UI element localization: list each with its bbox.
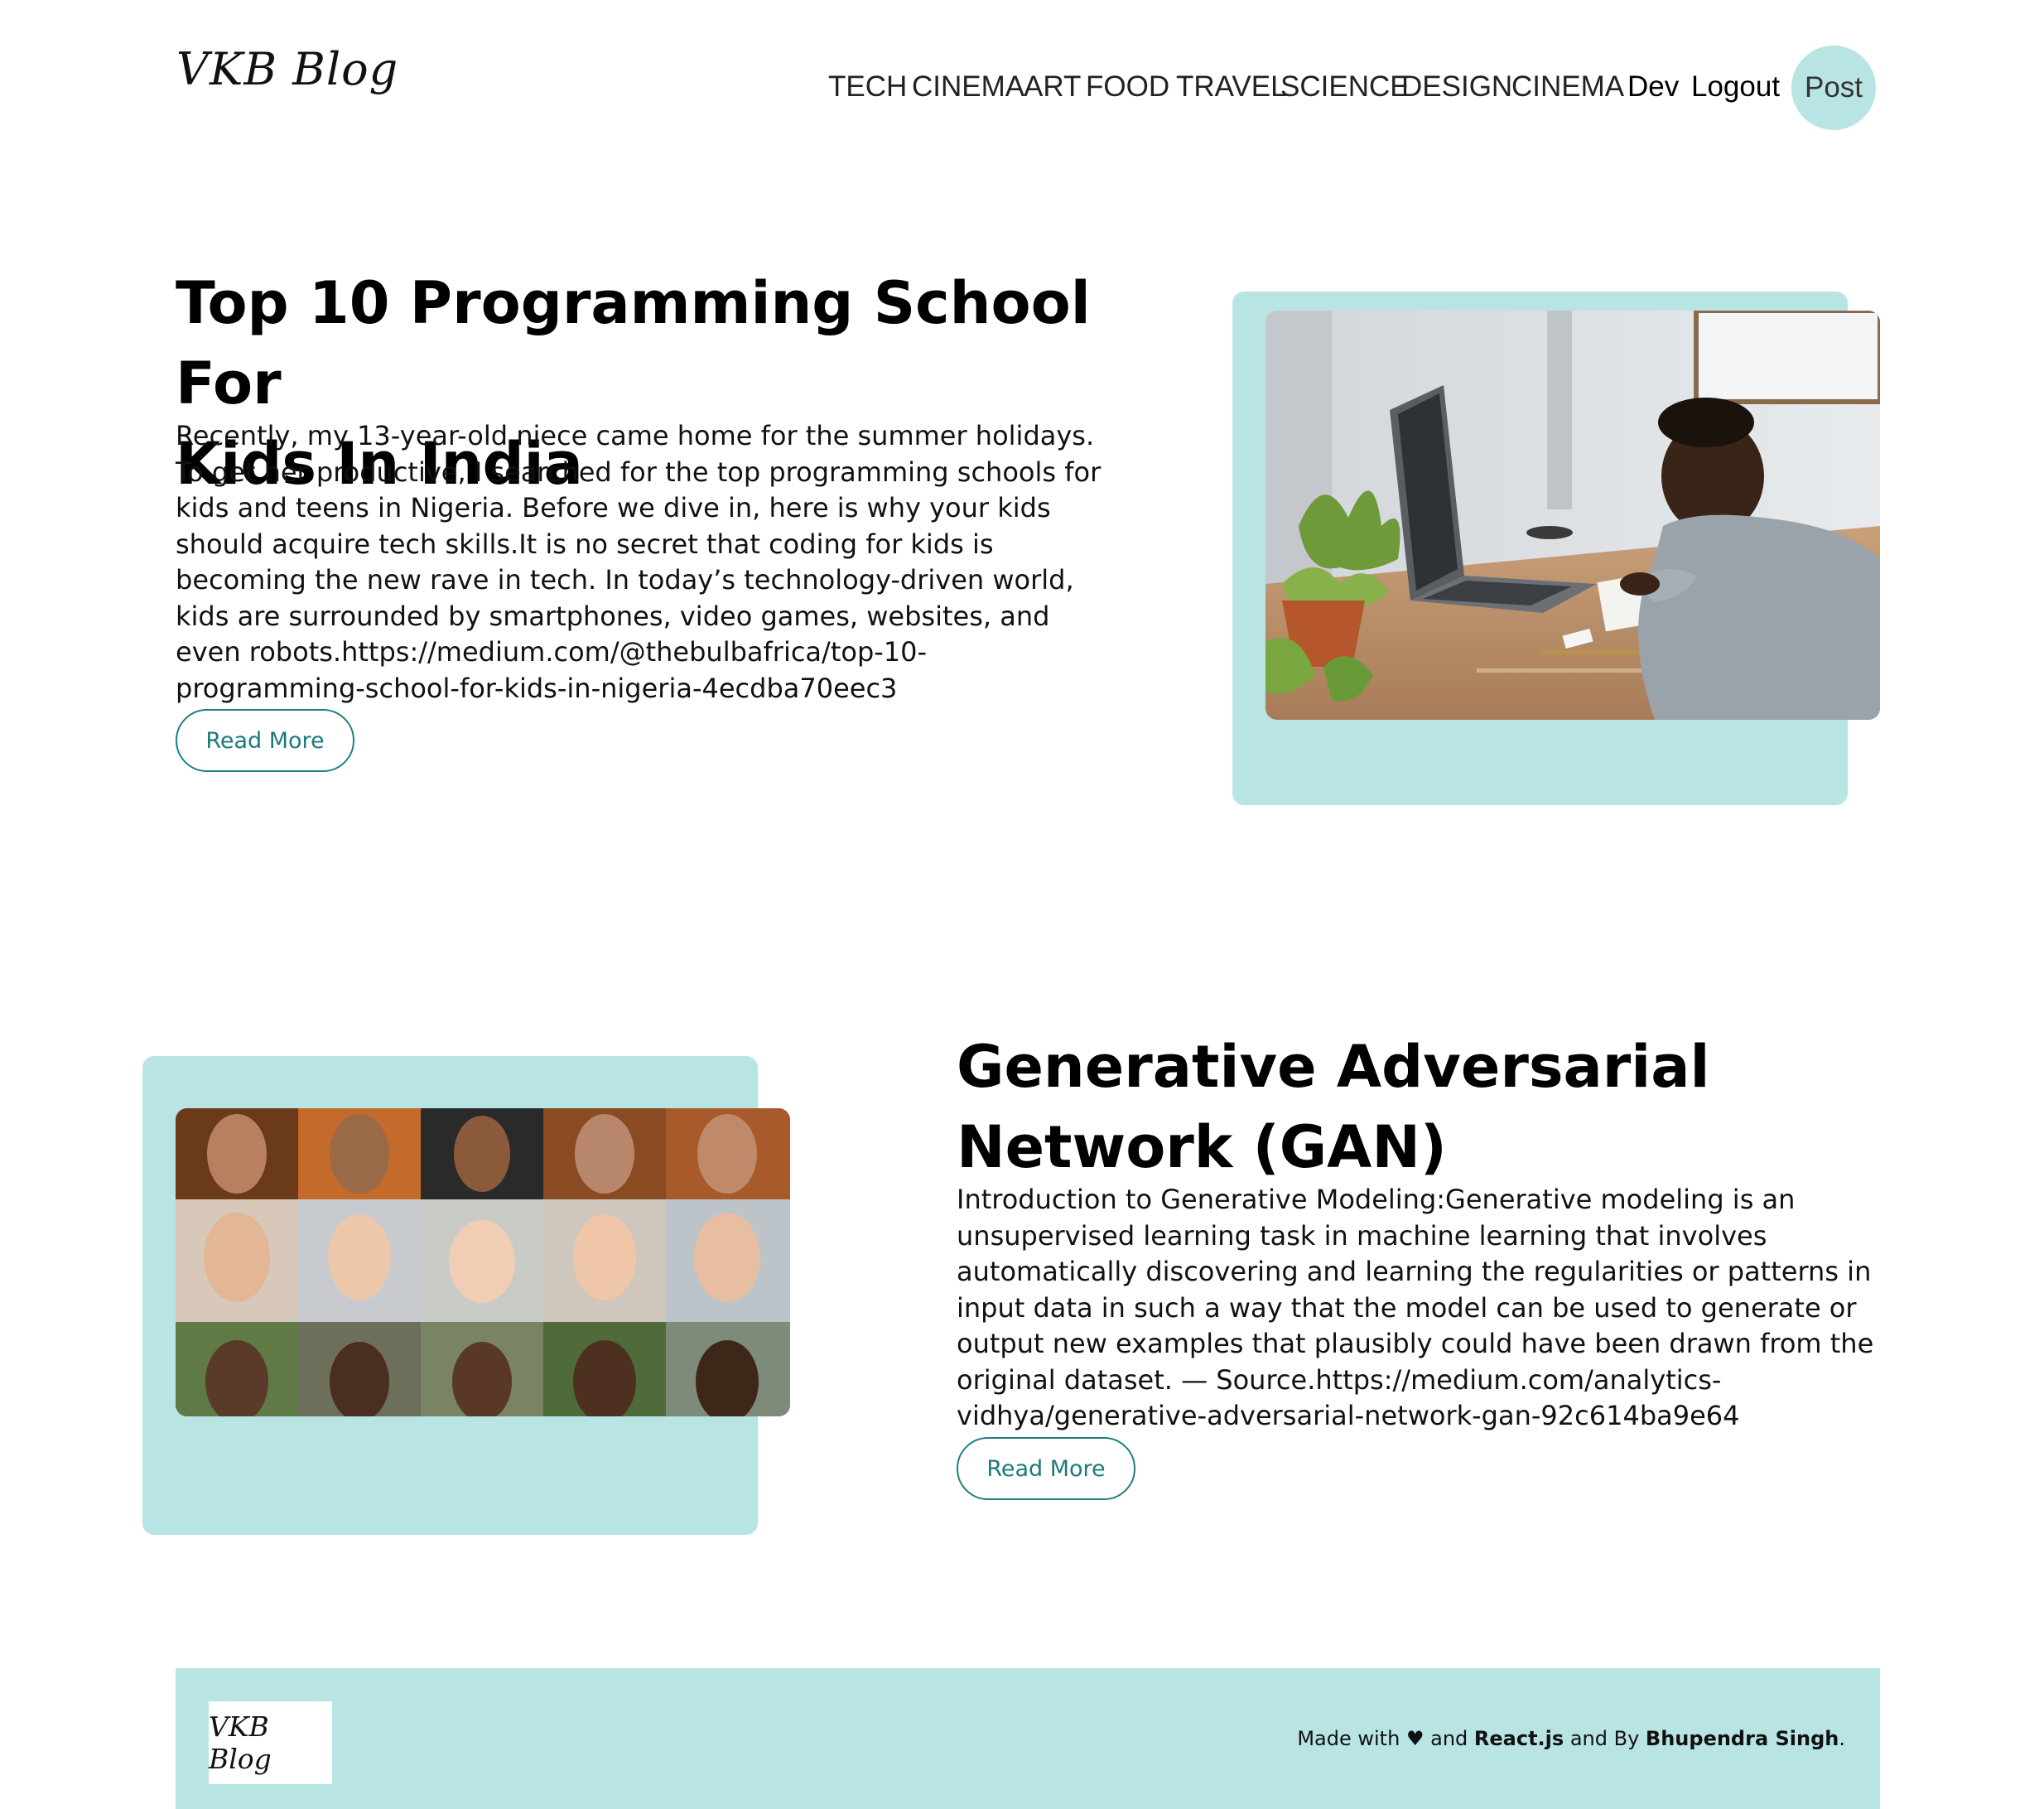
credit-text: and By: [1569, 1727, 1640, 1750]
footer-credit: Made with ♥ and React.js and By Bhupendr…: [1297, 1727, 1845, 1750]
post-image-kid-laptop[interactable]: [1265, 311, 1880, 720]
post-title-line: Generative Adversarial: [957, 1033, 1710, 1101]
nav-science[interactable]: SCIENCE: [1280, 70, 1410, 104]
author-name: Bhupendra Singh: [1645, 1727, 1839, 1750]
post-excerpt: Introduction to Generative Modeling:Gene…: [957, 1184, 1874, 1431]
nav-dev[interactable]: Dev: [1627, 70, 1679, 104]
credit-text: and: [1430, 1727, 1468, 1750]
post-button[interactable]: Post: [1791, 46, 1876, 130]
logout-link[interactable]: Logout: [1691, 70, 1780, 104]
site-footer: VKB Blog Made with ♥ and React.js and By…: [176, 1668, 1880, 1809]
react-label: React.js: [1473, 1727, 1564, 1750]
footer-logo[interactable]: VKB Blog: [209, 1701, 332, 1784]
post-excerpt: Recently, my 13-year-old niece came home…: [176, 420, 1102, 704]
post-title[interactable]: Generative Adversarial Network (GAN): [957, 1027, 1868, 1188]
site-logo[interactable]: VKB Blog: [176, 43, 398, 95]
nav-design[interactable]: DESIGN: [1401, 70, 1512, 104]
nav-cinema[interactable]: CINEMA: [912, 70, 1024, 104]
heart-icon: ♥: [1405, 1727, 1425, 1750]
post-image-gan-faces[interactable]: [176, 1108, 790, 1416]
nav-food[interactable]: FOOD: [1086, 70, 1169, 104]
nav-travel[interactable]: TRAVEL: [1176, 70, 1287, 104]
credit-text: Made with: [1297, 1727, 1400, 1750]
read-more-button[interactable]: Read More: [957, 1437, 1135, 1500]
read-more-button[interactable]: Read More: [176, 709, 354, 772]
post-title-line: Network (GAN): [957, 1113, 1447, 1181]
credit-period: .: [1839, 1727, 1845, 1750]
nav-cinema-2[interactable]: CINEMA: [1511, 70, 1624, 104]
nav-art[interactable]: ART: [1024, 70, 1081, 104]
nav-tech[interactable]: TECH: [828, 70, 907, 104]
post-title-line: Top 10 Programming School For: [176, 269, 1091, 417]
